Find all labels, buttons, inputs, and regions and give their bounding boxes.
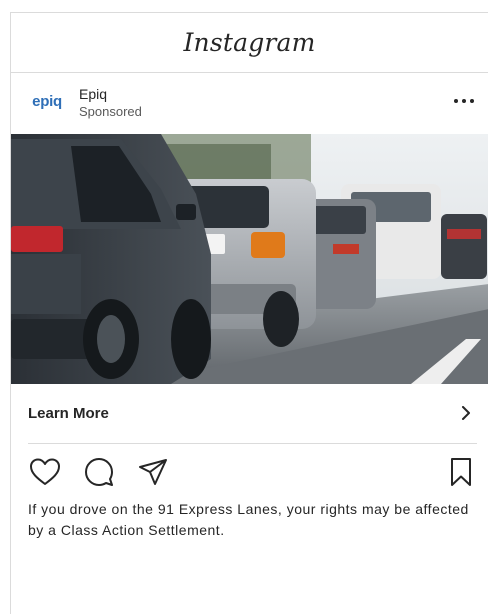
account-name[interactable]: Epiq [79, 85, 142, 103]
more-horizontal-icon[interactable] [454, 97, 474, 105]
instagram-logo[interactable]: Instagram [183, 28, 315, 57]
post-actions [11, 455, 488, 489]
comment-icon [85, 458, 113, 486]
post-header: epiq Epiq Sponsored [11, 73, 488, 133]
learn-more-button[interactable]: Learn More [11, 384, 488, 442]
bookmark-icon [451, 458, 471, 486]
share-button[interactable] [136, 455, 170, 489]
heart-icon [30, 458, 60, 485]
chevron-right-icon [462, 406, 470, 420]
account-info: Epiq Sponsored [79, 85, 142, 121]
avatar[interactable]: epiq [25, 90, 69, 112]
car-traffic-photo [11, 134, 488, 384]
comment-button[interactable] [82, 455, 116, 489]
post-image[interactable] [11, 134, 488, 384]
app-header: Instagram [11, 13, 488, 73]
save-button[interactable] [444, 455, 478, 489]
divider [28, 443, 477, 444]
learn-more-label: Learn More [28, 404, 109, 422]
sponsored-label: Sponsored [79, 104, 142, 119]
instagram-frame: Instagram epiq Epiq Sponsored Learn More… [10, 12, 488, 614]
avatar-logo-text: epiq [32, 92, 62, 110]
post-caption: If you drove on the 91 Express Lanes, yo… [28, 501, 469, 538]
paper-plane-icon [139, 459, 167, 485]
like-button[interactable] [28, 455, 62, 489]
